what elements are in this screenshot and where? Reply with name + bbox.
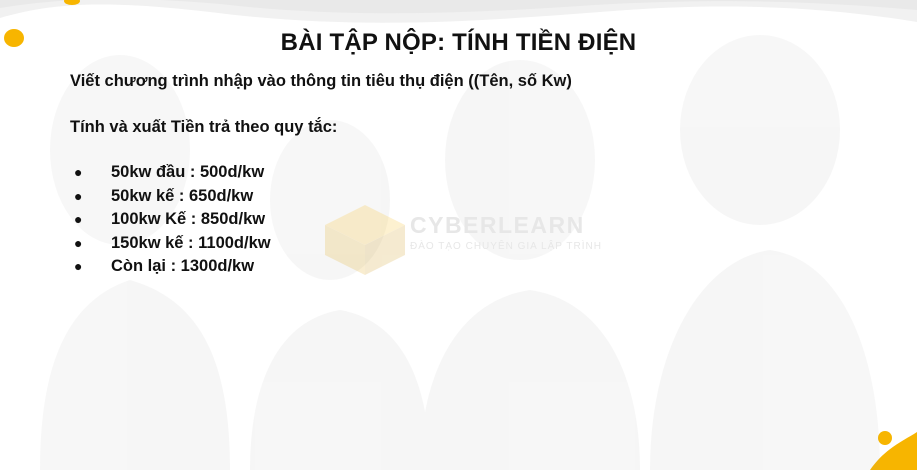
watermark-tagline: ĐÀO TẠO CHUYÊN GIA LẬP TRÌNH — [410, 241, 602, 252]
bullet-icon: ● — [74, 258, 83, 274]
watermark-brand: CYBERLEARN — [410, 212, 585, 238]
rules-list: ● 50kw đầu : 500d/kw ● 50kw kế : 650d/kw ●… — [70, 161, 271, 279]
rule-item: ● Còn lại : 1300d/kw — [70, 255, 271, 279]
rule-item: ● 100kw Kế : 850d/kw — [70, 208, 271, 232]
rule-item: ● 50kw đầu : 500d/kw — [70, 161, 271, 185]
rule-item: ● 150kw kế : 1100d/kw — [70, 232, 271, 256]
bullet-icon: ● — [74, 187, 83, 204]
intro-text: Viết chương trình nhập vào thông tin tiê… — [70, 72, 572, 90]
rule-item: ● 50kw kế : 650d/kw — [70, 185, 271, 209]
rule-text: 50kw kế : 650d/kw — [111, 186, 254, 205]
rule-text: 100kw Kế : 850d/kw — [111, 210, 266, 228]
rule-intro-text: Tính và xuất Tiền trả theo quy tắc: — [70, 118, 338, 136]
bullet-icon: ● — [74, 234, 83, 251]
slide-title: BÀI TẬP NỘP: TÍNH TIỀN ĐIỆN — [280, 29, 637, 56]
bullet-icon: ● — [74, 211, 83, 227]
rule-text: 50kw đầu : 500d/kw — [111, 163, 265, 181]
rule-text: 150kw kế : 1100d/kw — [111, 233, 271, 252]
yellow-dot-bottom-right — [878, 431, 892, 445]
cyberlearn-watermark: CYBERLEARN ĐÀO TẠO CHUYÊN GIA LẬP TRÌNH — [410, 212, 602, 252]
slide: CYBERLEARN ĐÀO TẠO CHUYÊN GIA LẬP TRÌNH … — [0, 0, 917, 470]
bullet-icon: ● — [74, 164, 83, 180]
rule-text: Còn lại : 1300d/kw — [111, 257, 255, 275]
